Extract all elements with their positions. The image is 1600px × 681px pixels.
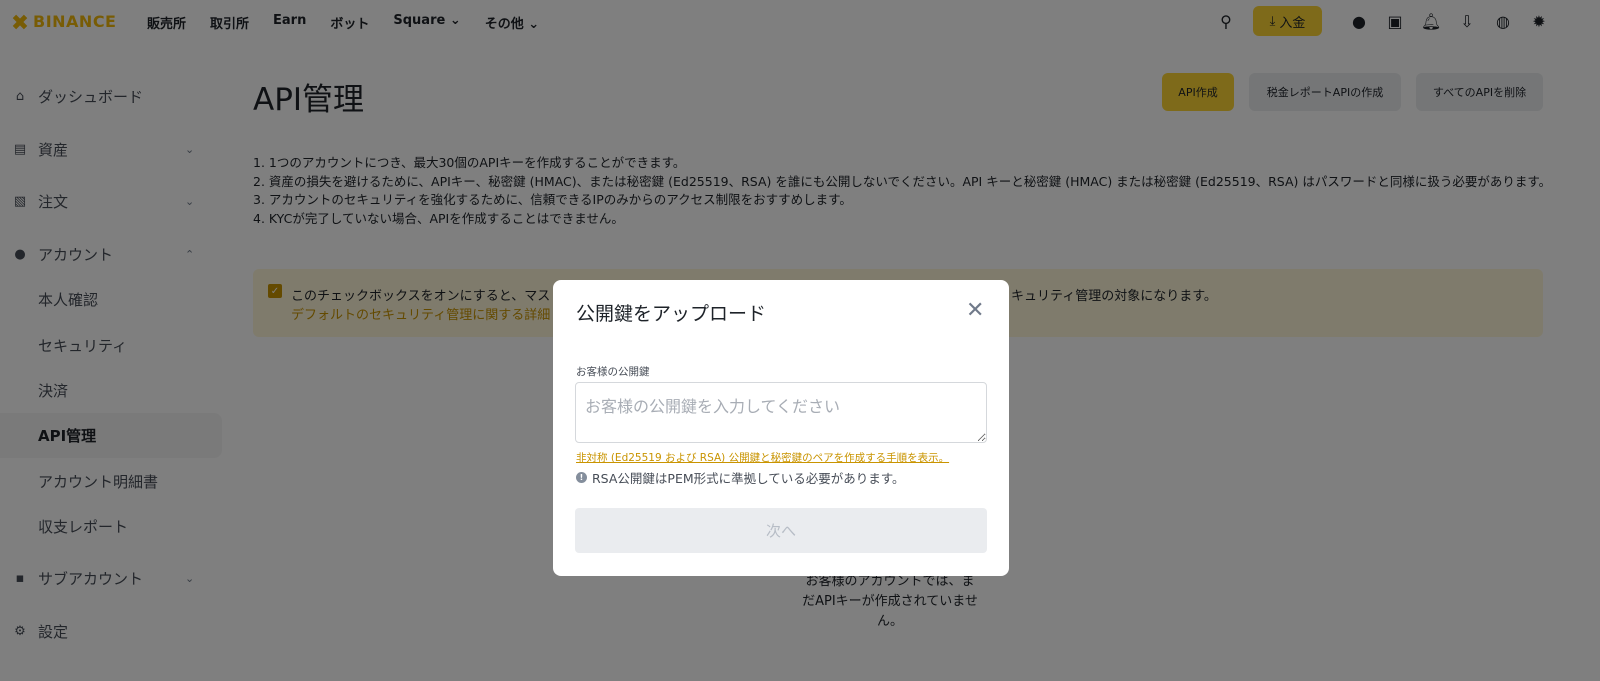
public-key-input[interactable] [575,382,987,443]
public-key-label: お客様の公開鍵 [576,366,650,378]
info-icon: ! [576,472,587,483]
pem-warning: ! RSA公開鍵はPEM形式に準拠している必要があります。 [576,468,905,487]
key-pair-guide-link[interactable]: 非対称 (Ed25519 および RSA) 公開鍵と秘密鍵のペアを作成する手順を… [576,450,949,465]
next-button[interactable]: 次へ [575,508,987,553]
modal-title: 公開鍵をアップロード [576,303,767,325]
upload-public-key-modal: 公開鍵をアップロード ✕ お客様の公開鍵 非対称 (Ed25519 および RS… [553,280,1009,576]
close-icon[interactable]: ✕ [966,298,984,323]
